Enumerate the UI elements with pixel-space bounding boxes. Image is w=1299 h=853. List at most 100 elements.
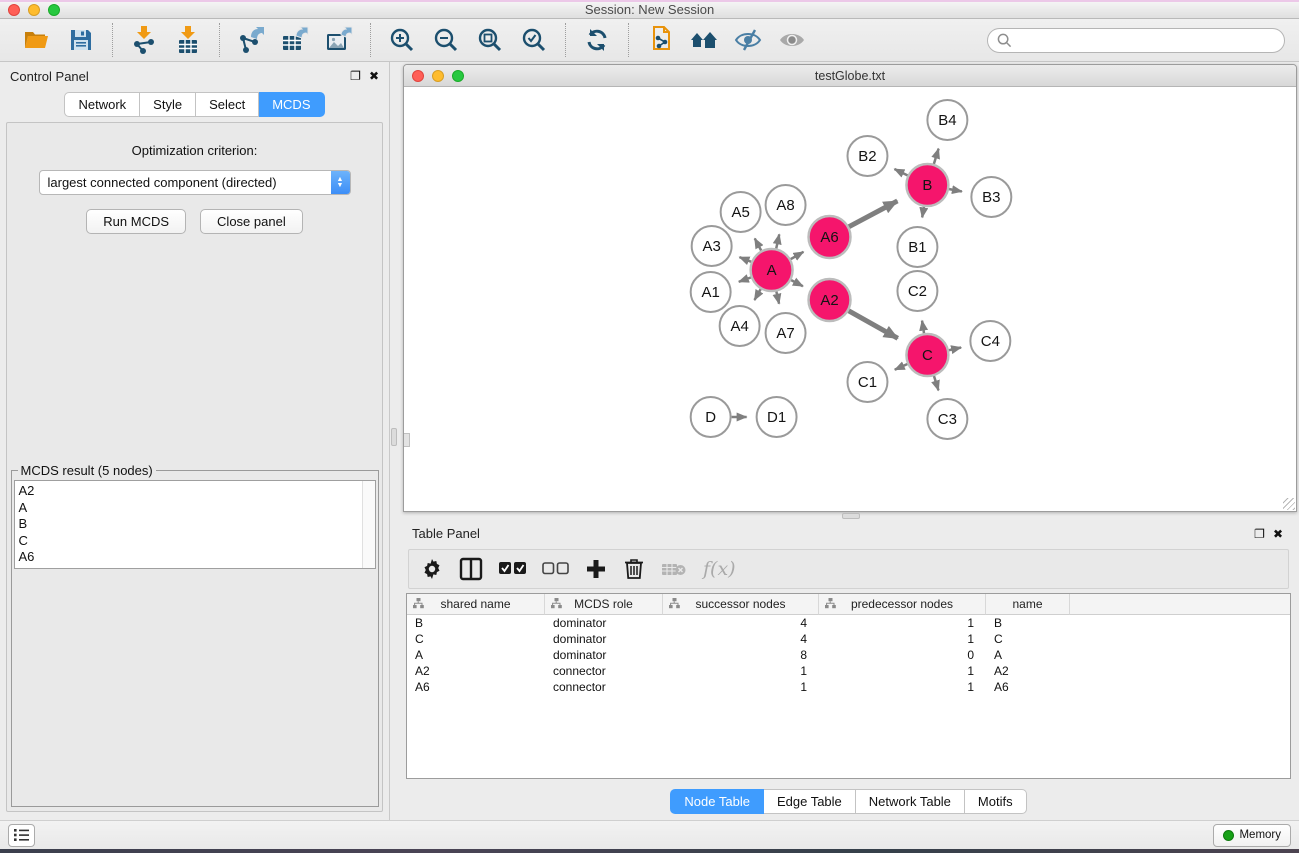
column-header-successor-nodes[interactable]: successor nodes [663, 594, 819, 615]
node-A8[interactable]: A8 [766, 185, 806, 225]
table-cell[interactable]: C [407, 631, 545, 647]
edge-C-C4[interactable] [948, 348, 961, 351]
table-cell[interactable]: 1 [663, 663, 819, 679]
result-list-item[interactable]: C [19, 533, 371, 550]
node-B3[interactable]: B3 [971, 177, 1011, 217]
network-minimize-button[interactable] [432, 70, 444, 82]
float-panel-icon[interactable]: ❐ [350, 70, 361, 82]
result-list-item[interactable]: A2 [19, 483, 371, 500]
tab-node-table[interactable]: Node Table [670, 789, 764, 814]
edge-B-B2[interactable] [894, 169, 908, 176]
result-list-item[interactable]: B [19, 516, 371, 533]
edge-C-C3[interactable] [934, 375, 939, 390]
import-table-icon[interactable] [169, 22, 207, 58]
window-controls[interactable] [8, 4, 60, 16]
node-D[interactable]: D [691, 397, 731, 437]
tab-mcds[interactable]: MCDS [259, 92, 324, 117]
import-network-icon[interactable] [125, 22, 163, 58]
table-cell[interactable]: connector [545, 663, 663, 679]
edge-A-A5[interactable] [755, 238, 762, 251]
column-header-shared-name[interactable]: shared name [407, 594, 545, 615]
table-cell[interactable]: dominator [545, 615, 663, 631]
network-canvas[interactable]: B4B2BB3A8A5A6A3B1AA1C2A2A4A7C4CC1DD1C3 [404, 87, 1296, 511]
open-file-icon[interactable] [18, 22, 56, 58]
network-window-controls[interactable] [412, 70, 464, 82]
network-overview-icon[interactable] [685, 22, 723, 58]
edge-A6-B[interactable] [848, 201, 897, 227]
edge-A-A7[interactable] [776, 290, 779, 303]
node-C4[interactable]: C4 [970, 321, 1010, 361]
node-B2[interactable]: B2 [848, 136, 888, 176]
tab-edge-table[interactable]: Edge Table [764, 789, 856, 814]
node-A7[interactable]: A7 [766, 313, 806, 353]
node-A3[interactable]: A3 [692, 226, 732, 266]
tab-network-table[interactable]: Network Table [856, 789, 965, 814]
node-A5[interactable]: A5 [721, 192, 761, 232]
edge-C-C2[interactable] [922, 321, 924, 335]
close-window-button[interactable] [8, 4, 20, 16]
close-panel-icon[interactable]: ✖ [369, 70, 379, 82]
table-cell[interactable]: dominator [545, 631, 663, 647]
result-list-scrollbar[interactable] [362, 481, 375, 568]
show-details-icon[interactable] [773, 22, 811, 58]
edge-A-A4[interactable] [754, 288, 761, 300]
table-cell[interactable]: B [986, 615, 1070, 631]
network-maximize-button[interactable] [452, 70, 464, 82]
node-B1[interactable]: B1 [897, 227, 937, 267]
refresh-icon[interactable] [578, 22, 616, 58]
run-mcds-button[interactable]: Run MCDS [86, 209, 186, 234]
edge-A-A3[interactable] [739, 257, 752, 262]
save-session-icon[interactable] [62, 22, 100, 58]
mcds-result-list[interactable]: A2ABCA6 [14, 480, 376, 569]
node-B4[interactable]: B4 [927, 100, 967, 140]
table-cell[interactable]: A [986, 647, 1070, 663]
edge-A-A6[interactable] [790, 252, 804, 260]
edge-A-A8[interactable] [776, 234, 779, 249]
horizontal-splitter[interactable] [398, 512, 1299, 520]
node-C3[interactable]: C3 [927, 399, 967, 439]
zoom-selected-icon[interactable] [515, 22, 553, 58]
column-header-name[interactable]: name [986, 594, 1070, 615]
zoom-in-icon[interactable] [383, 22, 421, 58]
table-cell[interactable]: dominator [545, 647, 663, 663]
tab-motifs[interactable]: Motifs [965, 789, 1027, 814]
table-cell[interactable]: 1 [819, 679, 986, 695]
splitter-handle-icon[interactable] [391, 428, 397, 446]
edge-C-C1[interactable] [895, 364, 908, 370]
network-graph[interactable]: B4B2BB3A8A5A6A3B1AA1C2A2A4A7C4CC1DD1C3 [404, 87, 1296, 511]
node-C[interactable]: C [906, 334, 948, 376]
edge-A-A2[interactable] [790, 280, 803, 287]
close-panel-button[interactable]: Close panel [200, 209, 303, 234]
add-column-icon[interactable] [585, 556, 607, 582]
minimize-window-button[interactable] [28, 4, 40, 16]
edge-B-B1[interactable] [922, 206, 924, 218]
resize-grip-icon[interactable] [1283, 498, 1295, 510]
table-cell[interactable]: 0 [819, 647, 986, 663]
table-cell[interactable]: A [407, 647, 545, 663]
edge-B-B3[interactable] [948, 189, 962, 192]
table-cell[interactable]: A6 [407, 679, 545, 695]
edge-B-B4[interactable] [934, 149, 939, 165]
table-settings-gear-icon[interactable] [421, 556, 443, 582]
table-cell[interactable]: 1 [819, 615, 986, 631]
node-B[interactable]: B [906, 164, 948, 206]
table-cell[interactable]: A2 [986, 663, 1070, 679]
table-cell[interactable]: 4 [663, 615, 819, 631]
table-cell[interactable]: 4 [663, 631, 819, 647]
deselect-all-icon[interactable] [542, 556, 569, 582]
splitter-handle-icon[interactable] [842, 513, 860, 519]
show-columns-icon[interactable] [459, 556, 483, 582]
tab-select[interactable]: Select [196, 92, 259, 117]
network-close-button[interactable] [412, 70, 424, 82]
edge-A-A1[interactable] [739, 277, 752, 282]
table-cell[interactable]: connector [545, 679, 663, 695]
export-table-icon[interactable] [276, 22, 314, 58]
node-table[interactable]: shared nameMCDS rolesuccessor nodesprede… [406, 593, 1291, 779]
node-C1[interactable]: C1 [848, 362, 888, 402]
node-C2[interactable]: C2 [897, 271, 937, 311]
clone-network-icon[interactable] [641, 22, 679, 58]
table-cell[interactable]: C [986, 631, 1070, 647]
select-all-icon[interactable] [499, 556, 526, 582]
node-A2[interactable]: A2 [809, 279, 851, 321]
export-image-icon[interactable] [320, 22, 358, 58]
